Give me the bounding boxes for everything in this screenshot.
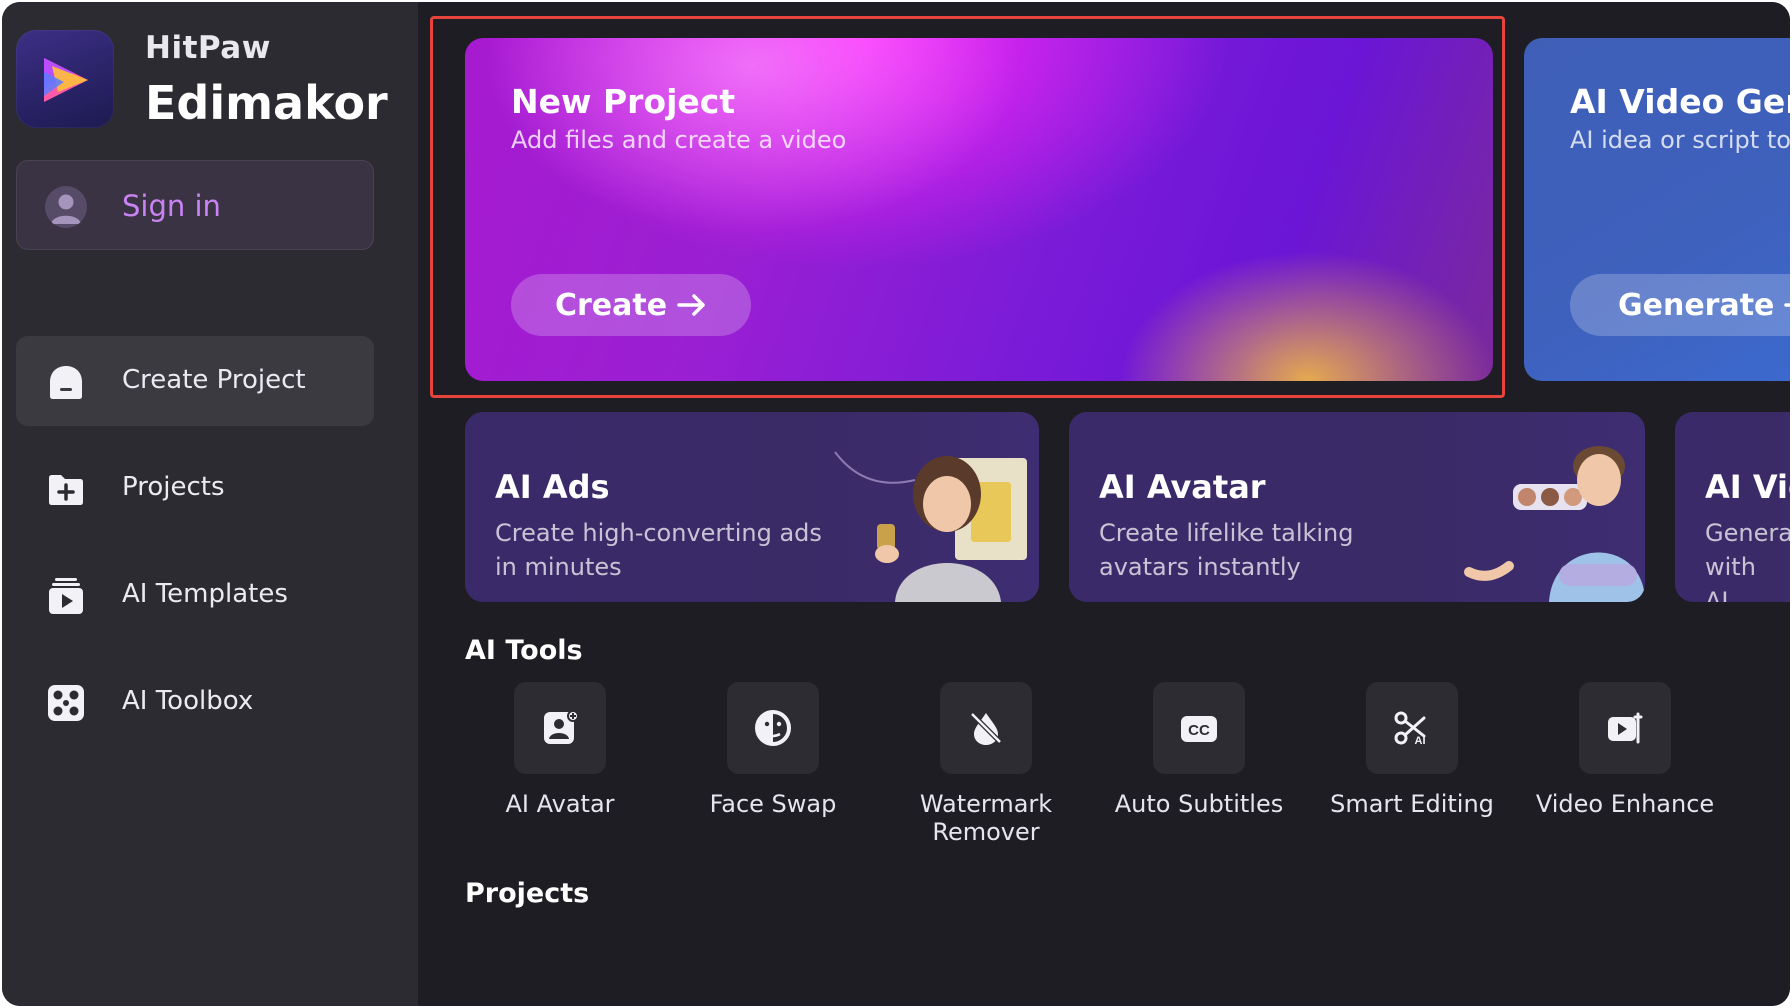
generate-button[interactable]: Generate bbox=[1570, 274, 1790, 336]
sidebar: HitPaw Edimakor Sign in Create Project P… bbox=[2, 2, 418, 1006]
arrow-right-icon bbox=[1784, 303, 1790, 307]
scissors-ai-icon: AI bbox=[1394, 711, 1426, 747]
user-avatar-icon bbox=[45, 186, 87, 228]
tool-label: Watermark Remover bbox=[919, 790, 1053, 846]
tool-watermark-remover[interactable]: Watermark Remover bbox=[891, 682, 1081, 862]
sidebar-item-label: Create Project bbox=[122, 365, 306, 395]
app-logo bbox=[16, 30, 114, 128]
sidebar-item-ai-toolbox[interactable]: AI Toolbox bbox=[16, 657, 374, 747]
tool-icon-box bbox=[514, 682, 606, 774]
selection-highlight bbox=[430, 16, 1505, 398]
ai-avatar-illustration bbox=[1464, 446, 1645, 602]
home-icon bbox=[46, 362, 86, 402]
sign-in-button[interactable]: Sign in bbox=[16, 160, 374, 250]
face-swap-icon bbox=[755, 710, 791, 746]
ai-tools-title: AI Tools bbox=[465, 635, 583, 666]
ai-video-title: AI Vid bbox=[1705, 468, 1790, 506]
projects-section-title: Projects bbox=[465, 878, 590, 909]
tool-icon-box bbox=[940, 682, 1032, 774]
tool-label: Face Swap bbox=[709, 790, 837, 818]
sidebar-item-ai-templates[interactable]: AI Templates bbox=[16, 550, 374, 640]
tool-label: Smart Editing bbox=[1330, 790, 1494, 818]
sign-in-label: Sign in bbox=[122, 189, 221, 223]
sidebar-item-label: AI Templates bbox=[122, 579, 288, 609]
tool-icon-box: AI bbox=[1366, 682, 1458, 774]
generate-button-label: Generate bbox=[1618, 287, 1775, 323]
brand-name-main: Edimakor bbox=[145, 76, 388, 130]
sidebar-item-label: Projects bbox=[122, 472, 225, 502]
tool-label: Video Enhance bbox=[1535, 790, 1715, 818]
ai-ads-card[interactable]: AI Ads Create high-converting ads in min… bbox=[465, 412, 1039, 602]
edimakor-logo-icon bbox=[44, 58, 88, 102]
tool-icon-box bbox=[727, 682, 819, 774]
ai-video-generator-card[interactable]: AI Video Gener AI idea or script to v Ge… bbox=[1524, 38, 1790, 381]
tool-auto-subtitles[interactable]: CC Auto Subtitles bbox=[1104, 682, 1294, 862]
ai-avatar-title: AI Avatar bbox=[1099, 468, 1266, 506]
cc-icon: CC bbox=[1181, 716, 1217, 742]
tool-ai-avatar[interactable]: AI Avatar bbox=[465, 682, 655, 862]
toolbox-icon bbox=[46, 683, 86, 723]
ai-avatar-card[interactable]: AI Avatar Create lifelike talking avatar… bbox=[1069, 412, 1645, 602]
play-stack-icon bbox=[46, 576, 86, 616]
tool-smart-editing[interactable]: AI Smart Editing bbox=[1317, 682, 1507, 862]
ai-video-gen-subtitle: AI idea or script to v bbox=[1570, 126, 1790, 154]
sidebar-item-create-project[interactable]: Create Project bbox=[16, 336, 374, 426]
ai-video-card[interactable]: AI Vid Generat with AI bbox=[1675, 412, 1790, 602]
tool-icon-box: CC bbox=[1153, 682, 1245, 774]
svg-text:AI: AI bbox=[1415, 735, 1426, 747]
sidebar-item-projects[interactable]: Projects bbox=[16, 443, 374, 533]
tool-face-swap[interactable]: Face Swap bbox=[678, 682, 868, 862]
sidebar-item-label: AI Toolbox bbox=[122, 686, 254, 716]
tool-label: Auto Subtitles bbox=[1114, 790, 1284, 818]
brand-name-top: HitPaw bbox=[145, 30, 271, 66]
avatar-icon bbox=[544, 710, 579, 744]
ai-avatar-subtitle: Create lifelike talking avatars instantl… bbox=[1099, 519, 1354, 581]
watermark-remover-icon bbox=[970, 712, 1002, 745]
folder-plus-icon bbox=[46, 469, 86, 509]
ai-ads-illustration bbox=[834, 451, 1027, 602]
svg-text:CC: CC bbox=[1188, 722, 1210, 739]
ai-video-gen-title: AI Video Gener bbox=[1570, 82, 1790, 121]
tool-icon-box bbox=[1579, 682, 1671, 774]
ai-ads-subtitle: Create high-converting ads in minutes bbox=[495, 519, 822, 581]
ai-video-subtitle: Generat with AI bbox=[1705, 519, 1790, 602]
tool-label: AI Avatar bbox=[505, 790, 615, 818]
video-enhance-icon bbox=[1608, 712, 1643, 744]
ai-ads-title: AI Ads bbox=[495, 468, 610, 506]
tool-video-enhance[interactable]: Video Enhance bbox=[1530, 682, 1720, 862]
app-window: HitPaw Edimakor Sign in Create Project P… bbox=[2, 2, 1790, 1006]
